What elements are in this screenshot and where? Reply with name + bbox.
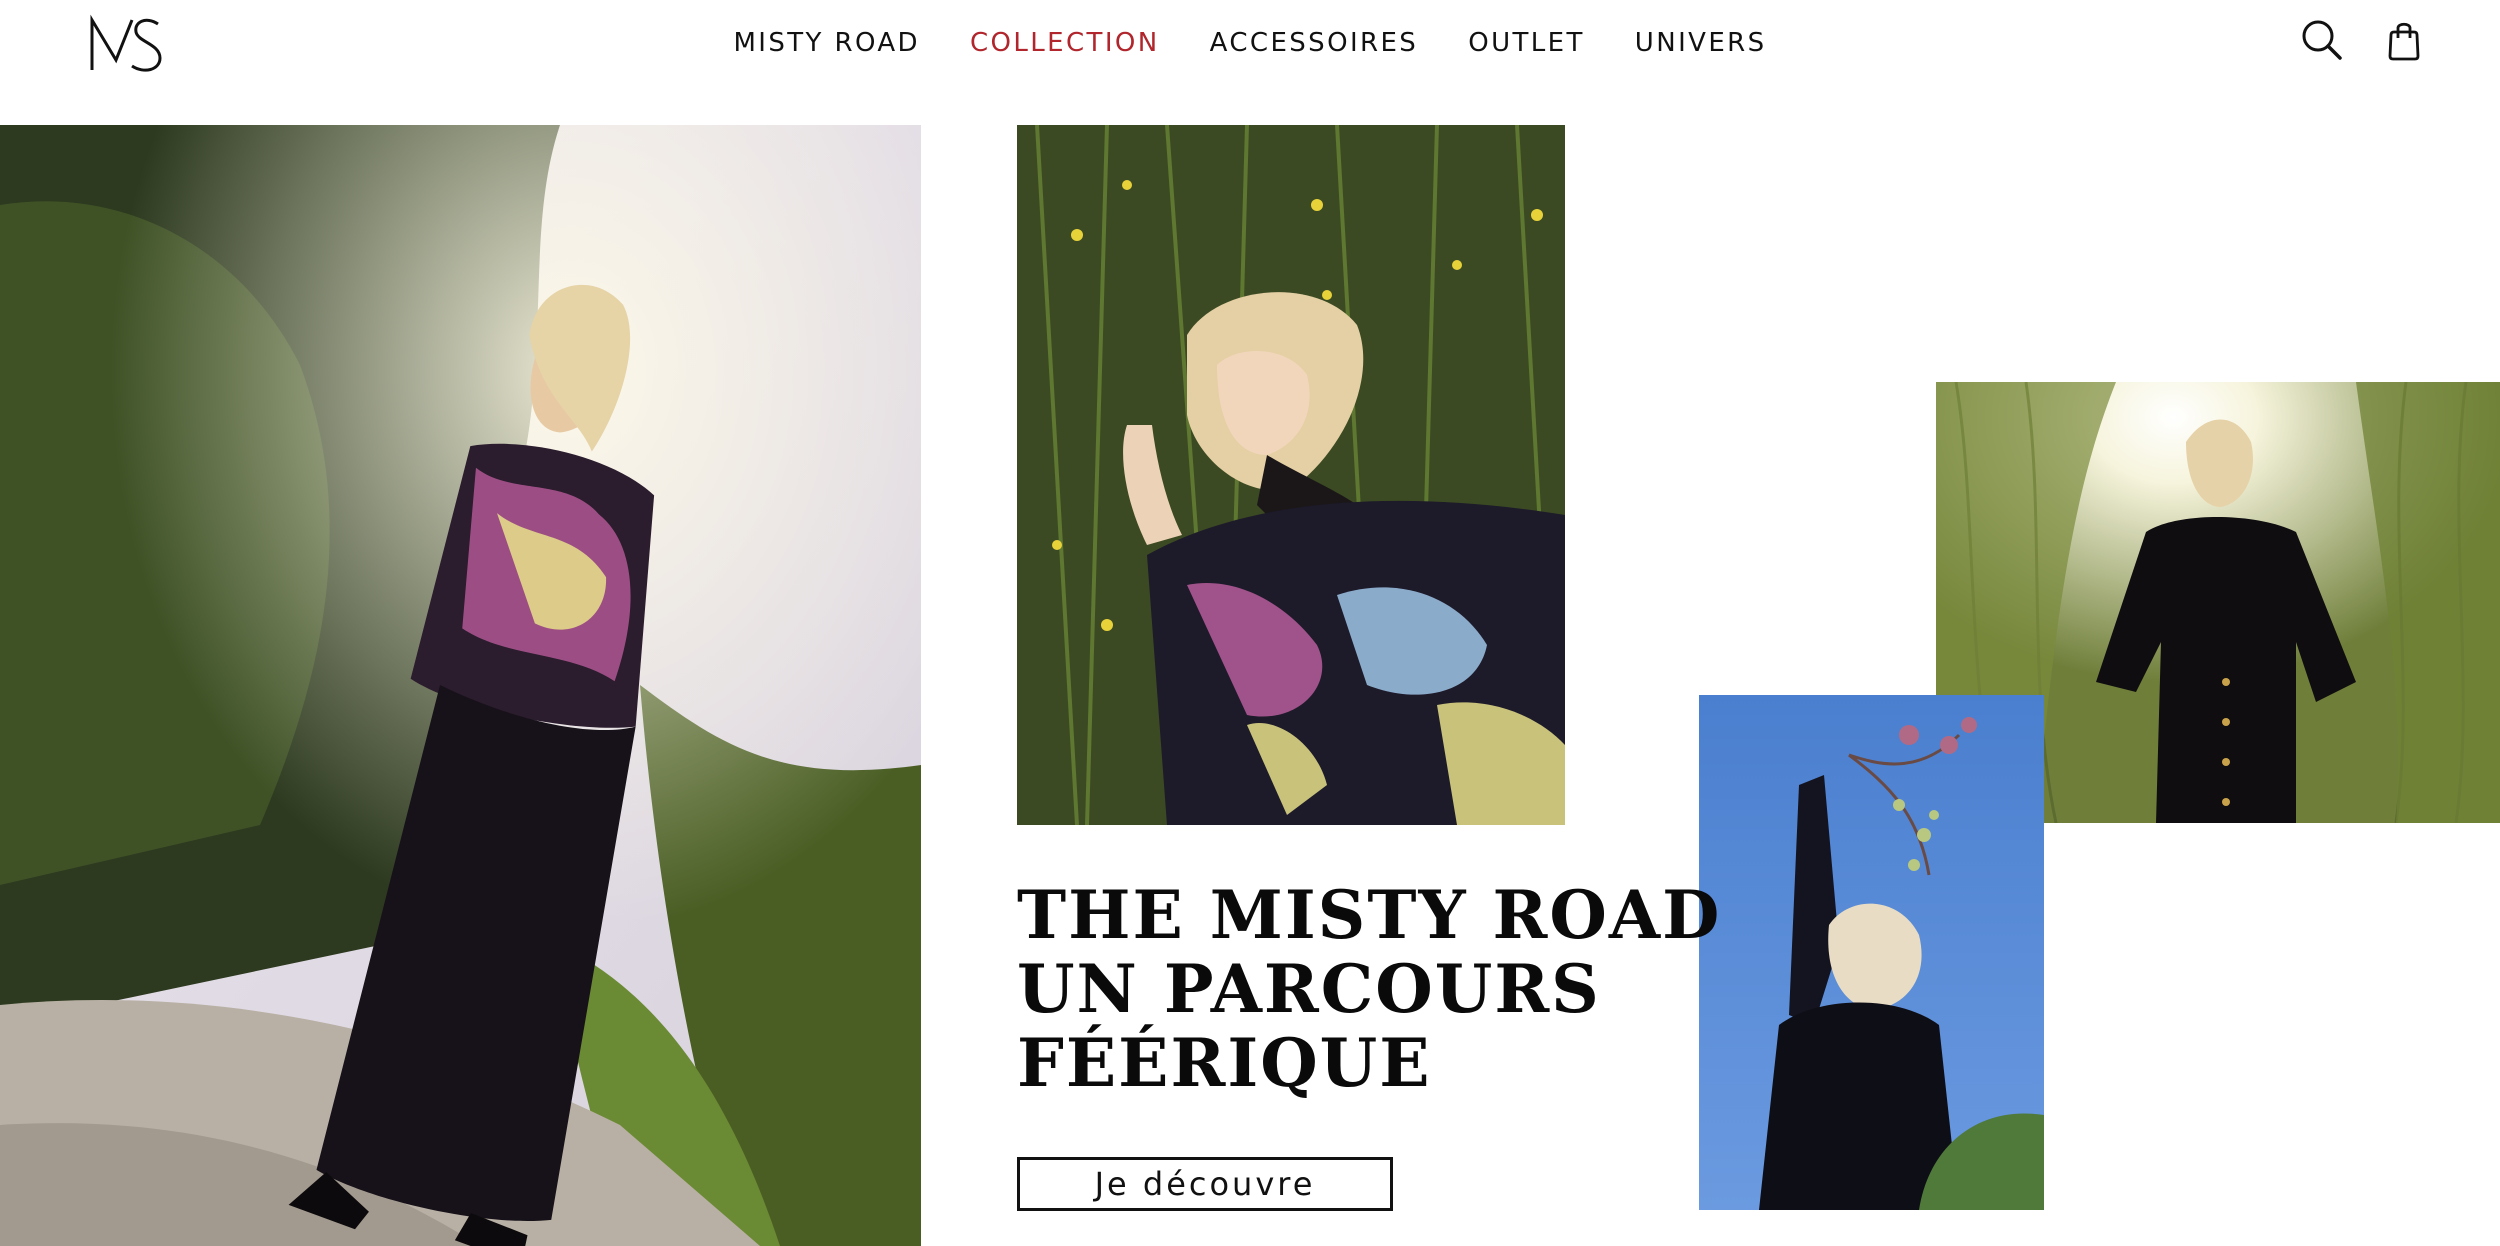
nav-item-univers[interactable]: UNIVERS xyxy=(1635,26,1767,60)
search-button[interactable] xyxy=(2298,16,2346,64)
headline-line-2: UN PARCOURS xyxy=(1017,950,1601,1028)
main-nav: MISTY ROAD COLLECTION ACCESSOIRES OUTLET… xyxy=(0,26,2500,60)
search-icon xyxy=(2302,20,2342,60)
discover-button[interactable]: Je découvre xyxy=(1017,1157,1393,1211)
nav-item-accessoires[interactable]: ACCESSOIRES xyxy=(1210,26,1419,60)
photo-blue-sky[interactable] xyxy=(1699,695,2044,1210)
forest-path-image xyxy=(0,125,921,1246)
hero-photo-forest-path[interactable] xyxy=(0,125,921,1246)
nav-item-misty-road[interactable]: MISTY ROAD xyxy=(733,26,920,60)
hero-headline: THE MISTY ROAD UN PARCOURS FÉÉRIQUE xyxy=(1017,878,1737,1100)
grass-portrait-image xyxy=(1017,125,1565,825)
headline-line-1: THE MISTY ROAD xyxy=(1017,876,1722,954)
photo-lying-in-grass[interactable] xyxy=(1017,125,1565,825)
cart-button[interactable] xyxy=(2380,16,2428,64)
site-header: MISTY ROAD COLLECTION ACCESSOIRES OUTLET… xyxy=(0,0,2500,124)
nav-item-outlet[interactable]: OUTLET xyxy=(1468,26,1585,60)
nav-item-collection[interactable]: COLLECTION xyxy=(970,26,1160,60)
shopping-bag-icon xyxy=(2388,22,2420,61)
blue-sky-image xyxy=(1699,695,2044,1210)
headline-line-3: FÉÉRIQUE xyxy=(1017,1024,1432,1102)
